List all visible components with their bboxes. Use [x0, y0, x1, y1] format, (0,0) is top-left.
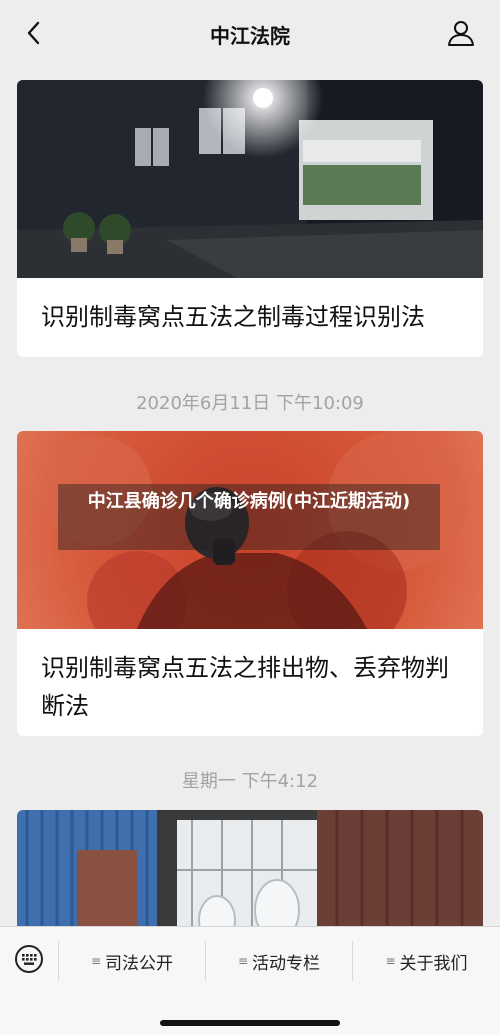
article-image — [17, 80, 483, 278]
list-icon: ≡ — [90, 954, 102, 968]
menu-item-label: 活动专栏 — [252, 953, 321, 974]
article-card[interactable]: 识别制毒窝点五法之排出物、丢弃物判断法 — [17, 431, 483, 736]
timestamp: 2020年6月11日 下午10:09 — [136, 393, 364, 414]
bottom-menu-bar: ≡ 司法公开 ≡ 活动专栏 ≡ 关于我们 — [0, 926, 500, 1035]
timestamp: 星期一 下午4:12 — [181, 771, 319, 792]
article-image — [17, 810, 483, 926]
article-card[interactable] — [17, 810, 483, 926]
home-indicator[interactable] — [160, 1020, 340, 1026]
menu-item-about-us[interactable]: ≡ 关于我们 — [353, 927, 500, 995]
article-card[interactable]: 识别制毒窝点五法之制毒过程识别法 — [17, 80, 483, 357]
list-icon: ≡ — [237, 954, 249, 968]
keyboard-toggle-button[interactable] — [14, 944, 44, 974]
overlay-caption: 中江县确诊几个确诊病例(中江近期活动) — [58, 484, 440, 550]
menu-item-activities[interactable]: ≡ 活动专栏 — [206, 927, 352, 995]
menu-item-label: 司法公开 — [105, 953, 174, 974]
top-bar: 中江法院 — [0, 0, 500, 64]
page-title: 中江法院 — [210, 24, 290, 48]
menu-item-label: 关于我们 — [399, 953, 468, 974]
keyboard-icon — [15, 945, 43, 973]
list-icon: ≡ — [385, 954, 396, 968]
menu-item-judicial-disclosure[interactable]: ≡ 司法公开 — [59, 927, 205, 995]
night-building-photo — [17, 80, 483, 278]
profile-button[interactable] — [446, 18, 476, 48]
container-lab-photo — [17, 810, 483, 926]
person-icon — [448, 21, 474, 46]
article-title: 识别制毒窝点五法之制毒过程识别法 — [41, 303, 425, 331]
article-title: 识别制毒窝点五法之排出物、丢弃物判断法 — [41, 654, 449, 720]
